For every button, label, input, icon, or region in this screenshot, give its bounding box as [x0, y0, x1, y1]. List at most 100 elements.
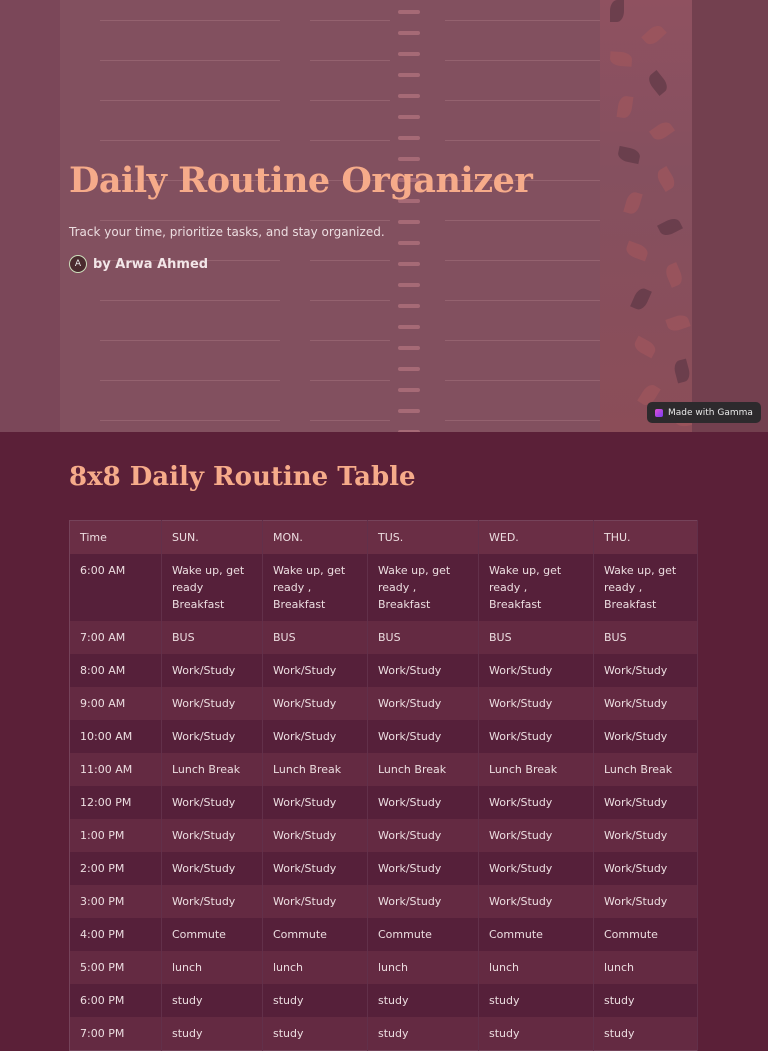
- activity-cell: study: [262, 1017, 368, 1051]
- spiral-ring: [398, 283, 420, 287]
- planner-line: [100, 60, 280, 61]
- routine-table: Time SUN. MON. TUS. WED. THU. 6:00 AM Wake up,…: [69, 520, 698, 1051]
- leaf-shape: [616, 95, 634, 119]
- activity-cell: Work/Study: [367, 786, 479, 819]
- column-header: WED.: [478, 520, 594, 554]
- planner-line: [100, 100, 280, 101]
- made-with-gamma-badge[interactable]: Made with Gamma: [647, 402, 761, 423]
- table-row: 3:00 PM Work/Study Work/Study Work/Study Wor…: [69, 885, 698, 918]
- activity-cell: Lunch Break: [262, 753, 368, 786]
- activity-cell: BUS: [161, 621, 263, 654]
- activity-cell: Work/Study: [593, 819, 698, 852]
- spiral-ring: [398, 94, 420, 98]
- activity-cell: Work/Study: [367, 654, 479, 687]
- activity-cell: Work/Study: [161, 885, 263, 918]
- leaf-shape: [641, 22, 667, 48]
- planner-line: [445, 340, 600, 341]
- activity-cell: lunch: [262, 951, 368, 984]
- column-header: MON.: [262, 520, 368, 554]
- planner-line: [310, 100, 390, 101]
- spiral-ring: [398, 136, 420, 140]
- spiral-ring: [398, 367, 420, 371]
- table-row: 9:00 AM Work/Study Work/Study Work/Study Wor…: [69, 687, 698, 720]
- planner-line: [445, 300, 600, 301]
- spiral-ring: [398, 325, 420, 329]
- activity-cell: Lunch Break: [478, 753, 594, 786]
- section-title: 8x8 Daily Routine Table: [69, 462, 416, 492]
- table-row: 10:00 AM Work/Study Work/Study Work/Study Wo…: [69, 720, 698, 753]
- spiral-ring: [398, 10, 420, 14]
- leaf-shape: [663, 262, 685, 288]
- activity-cell: BUS: [262, 621, 368, 654]
- floral-decoration: [600, 0, 699, 432]
- activity-cell: Lunch Break: [593, 753, 698, 786]
- spiral-ring: [398, 115, 420, 119]
- spiral-ring: [398, 241, 420, 245]
- activity-cell: Work/Study: [161, 786, 263, 819]
- activity-cell: Work/Study: [593, 687, 698, 720]
- planner-line: [310, 60, 390, 61]
- table-row: 2:00 PM Work/Study Work/Study Work/Study Wor…: [69, 852, 698, 885]
- time-cell: 6:00 AM: [69, 554, 162, 621]
- activity-cell: study: [262, 984, 368, 1017]
- planner-line: [310, 300, 390, 301]
- avatar: A: [69, 255, 87, 273]
- activity-cell: Commute: [593, 918, 698, 951]
- activity-cell: Work/Study: [161, 852, 263, 885]
- activity-cell: Work/Study: [161, 720, 263, 753]
- author-name: by Arwa Ahmed: [93, 256, 209, 272]
- activity-cell: Work/Study: [593, 720, 698, 753]
- activity-cell: Work/Study: [478, 885, 594, 918]
- activity-cell: Work/Study: [161, 819, 263, 852]
- planner-line: [445, 220, 600, 221]
- activity-cell: Work/Study: [367, 687, 479, 720]
- table-row: 12:00 PM Work/Study Work/Study Work/Study Wo…: [69, 786, 698, 819]
- activity-cell: Work/Study: [262, 786, 368, 819]
- activity-cell: Commute: [367, 918, 479, 951]
- table-row: 5:00 PM lunch lunch lunch lunch lunch: [69, 951, 698, 984]
- activity-cell: lunch: [161, 951, 263, 984]
- time-cell: 7:00 PM: [69, 1017, 162, 1051]
- activity-cell: study: [367, 1017, 479, 1051]
- activity-cell: Work/Study: [367, 819, 479, 852]
- column-header: Time: [69, 520, 162, 554]
- leaf-shape: [654, 165, 678, 193]
- planner-line: [100, 20, 280, 21]
- leaf-shape: [630, 286, 652, 312]
- time-cell: 9:00 AM: [69, 687, 162, 720]
- table-row: 7:00 AM BUS BUS BUS BUS BUS: [69, 621, 698, 654]
- activity-cell: Wake up, get ready , Breakfast: [593, 554, 698, 621]
- table-row: 6:00 PM study study study study study: [69, 984, 698, 1017]
- spiral-ring: [398, 346, 420, 350]
- activity-cell: study: [478, 1017, 594, 1051]
- activity-cell: Lunch Break: [161, 753, 263, 786]
- planner-line: [310, 260, 390, 261]
- activity-cell: BUS: [478, 621, 594, 654]
- time-cell: 10:00 AM: [69, 720, 162, 753]
- activity-cell: Commute: [262, 918, 368, 951]
- activity-cell: lunch: [593, 951, 698, 984]
- planner-line: [445, 20, 600, 21]
- activity-cell: Work/Study: [262, 720, 368, 753]
- leaf-shape: [657, 215, 683, 239]
- time-cell: 8:00 AM: [69, 654, 162, 687]
- time-cell: 4:00 PM: [69, 918, 162, 951]
- planner-background-image: [60, 0, 690, 432]
- time-cell: 7:00 AM: [69, 621, 162, 654]
- activity-cell: study: [593, 984, 698, 1017]
- activity-cell: Commute: [478, 918, 594, 951]
- activity-cell: Work/Study: [478, 654, 594, 687]
- table-row: 8:00 AM Work/Study Work/Study Work/Study Wor…: [69, 654, 698, 687]
- time-cell: 3:00 PM: [69, 885, 162, 918]
- activity-cell: Wake up, get ready Breakfast: [161, 554, 263, 621]
- page-subtitle: Track your time, prioritize tasks, and s…: [69, 225, 385, 239]
- planner-line: [310, 20, 390, 21]
- activity-cell: study: [367, 984, 479, 1017]
- time-cell: 5:00 PM: [69, 951, 162, 984]
- author-byline: A by Arwa Ahmed: [69, 255, 208, 273]
- spiral-ring: [398, 73, 420, 77]
- table-row: 6:00 AM Wake up, get ready Breakfast Wake …: [69, 554, 698, 621]
- planner-line: [310, 420, 390, 421]
- planner-line: [445, 100, 600, 101]
- leaf-shape: [632, 335, 658, 359]
